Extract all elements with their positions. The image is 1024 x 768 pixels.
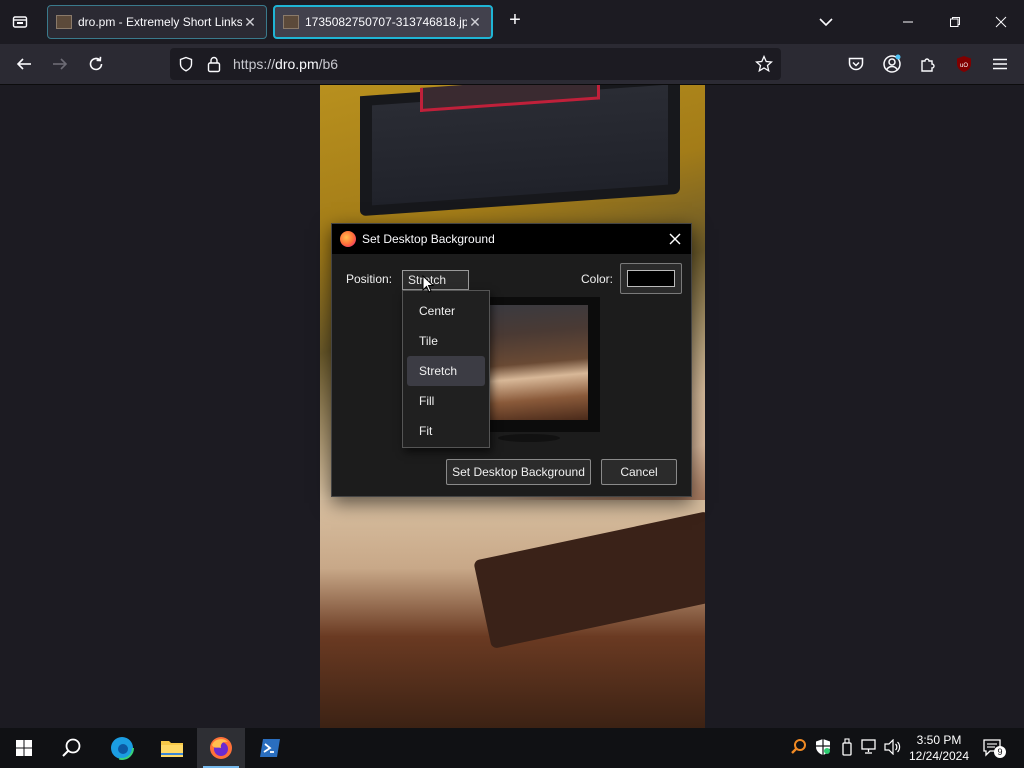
photo-monitor — [360, 85, 680, 217]
position-label: Position: — [346, 272, 393, 286]
dialog-title: Set Desktop Background — [362, 232, 495, 246]
set-desktop-background-dialog: Set Desktop Background Position: Stretch… — [331, 223, 692, 497]
notification-center-icon[interactable]: 9 — [982, 738, 1006, 758]
preview-image — [488, 305, 588, 420]
network-icon[interactable] — [861, 738, 879, 756]
usb-device-icon[interactable] — [838, 738, 856, 756]
restore-icon[interactable] — [943, 10, 967, 34]
position-select[interactable]: Stretch — [402, 270, 469, 290]
tab-title: 1735082750707-313746818.jpg ( — [305, 15, 467, 29]
url-text[interactable]: https://dro.pm/b6 — [233, 56, 338, 72]
list-all-tabs-chevron-icon[interactable] — [816, 12, 836, 32]
color-picker-button[interactable] — [620, 263, 682, 294]
option-fit[interactable]: Fit — [407, 416, 485, 446]
url-scheme: https:// — [233, 56, 276, 72]
color-label: Color: — [581, 272, 614, 286]
firefox-view-icon[interactable] — [8, 10, 32, 34]
page-favicon-icon — [56, 15, 72, 29]
svg-text:uO: uO — [960, 63, 968, 69]
tab-dro-pm[interactable]: dro.pm - Extremely Short Links ✕ — [47, 5, 267, 39]
extensions-puzzle-icon[interactable] — [916, 52, 940, 76]
pocket-icon[interactable] — [844, 52, 868, 76]
close-window-icon[interactable] — [989, 10, 1013, 34]
ublock-origin-icon[interactable]: uO — [952, 52, 976, 76]
cancel-button[interactable]: Cancel — [601, 459, 677, 485]
new-tab-plus-icon[interactable]: + — [504, 10, 526, 32]
option-center[interactable]: Center — [407, 296, 485, 326]
set-desktop-background-button[interactable]: Set Desktop Background — [446, 459, 591, 485]
option-tile[interactable]: Tile — [407, 326, 485, 356]
back-arrow-icon[interactable] — [12, 52, 36, 76]
account-icon[interactable] — [880, 52, 904, 76]
tracking-protection-shield-icon[interactable] — [178, 56, 194, 77]
position-dropdown-list: Center Tile Stretch Fill Fit — [402, 290, 490, 448]
taskbar: 3:50 PM 12/24/2024 9 — [0, 728, 1024, 768]
dialog-close-icon[interactable] — [667, 231, 683, 247]
url-host: dro.pm — [275, 56, 319, 72]
option-fill[interactable]: Fill — [407, 386, 485, 416]
volume-icon[interactable] — [884, 738, 902, 756]
close-tab-icon[interactable]: ✕ — [467, 14, 483, 31]
page-favicon-icon — [283, 15, 299, 29]
clock-date: 12/24/2024 — [908, 749, 970, 763]
url-bar[interactable]: https://dro.pm/b6 — [170, 48, 781, 80]
clock-time: 3:50 PM — [916, 733, 962, 747]
firefox-logo-icon — [340, 231, 356, 247]
search-tray-orange-icon[interactable] — [790, 738, 808, 756]
bookmark-star-icon[interactable] — [754, 54, 774, 78]
option-stretch[interactable]: Stretch — [407, 356, 485, 386]
taskbar-clock[interactable]: 3:50 PM 12/24/2024 — [906, 732, 972, 764]
tab-image[interactable]: 1735082750707-313746818.jpg ( ✕ — [273, 5, 493, 39]
forward-arrow-icon[interactable] — [48, 52, 72, 76]
edge-browser-icon[interactable] — [98, 728, 146, 768]
hamburger-menu-icon[interactable] — [988, 52, 1012, 76]
dialog-titlebar: Set Desktop Background — [332, 224, 691, 254]
search-icon[interactable] — [48, 728, 96, 768]
close-tab-icon[interactable]: ✕ — [242, 14, 258, 31]
windows-security-icon[interactable] — [814, 738, 832, 756]
navigation-toolbar: https://dro.pm/b6 uO — [0, 44, 1024, 85]
tab-title: dro.pm - Extremely Short Links — [78, 15, 242, 29]
color-swatch — [627, 270, 675, 287]
minimize-icon[interactable] — [896, 10, 920, 34]
powershell-icon[interactable] — [246, 728, 294, 768]
windows-start-icon[interactable] — [0, 728, 48, 768]
lock-icon[interactable] — [206, 55, 222, 78]
notification-count-badge: 9 — [994, 746, 1006, 758]
firefox-taskbar-icon[interactable] — [197, 728, 245, 768]
reload-icon[interactable] — [84, 52, 108, 76]
url-path: /b6 — [318, 56, 339, 72]
tab-strip: dro.pm - Extremely Short Links ✕ 1735082… — [0, 0, 1024, 44]
file-explorer-folder-icon[interactable] — [148, 728, 196, 768]
mouse-pointer-icon — [422, 274, 435, 293]
